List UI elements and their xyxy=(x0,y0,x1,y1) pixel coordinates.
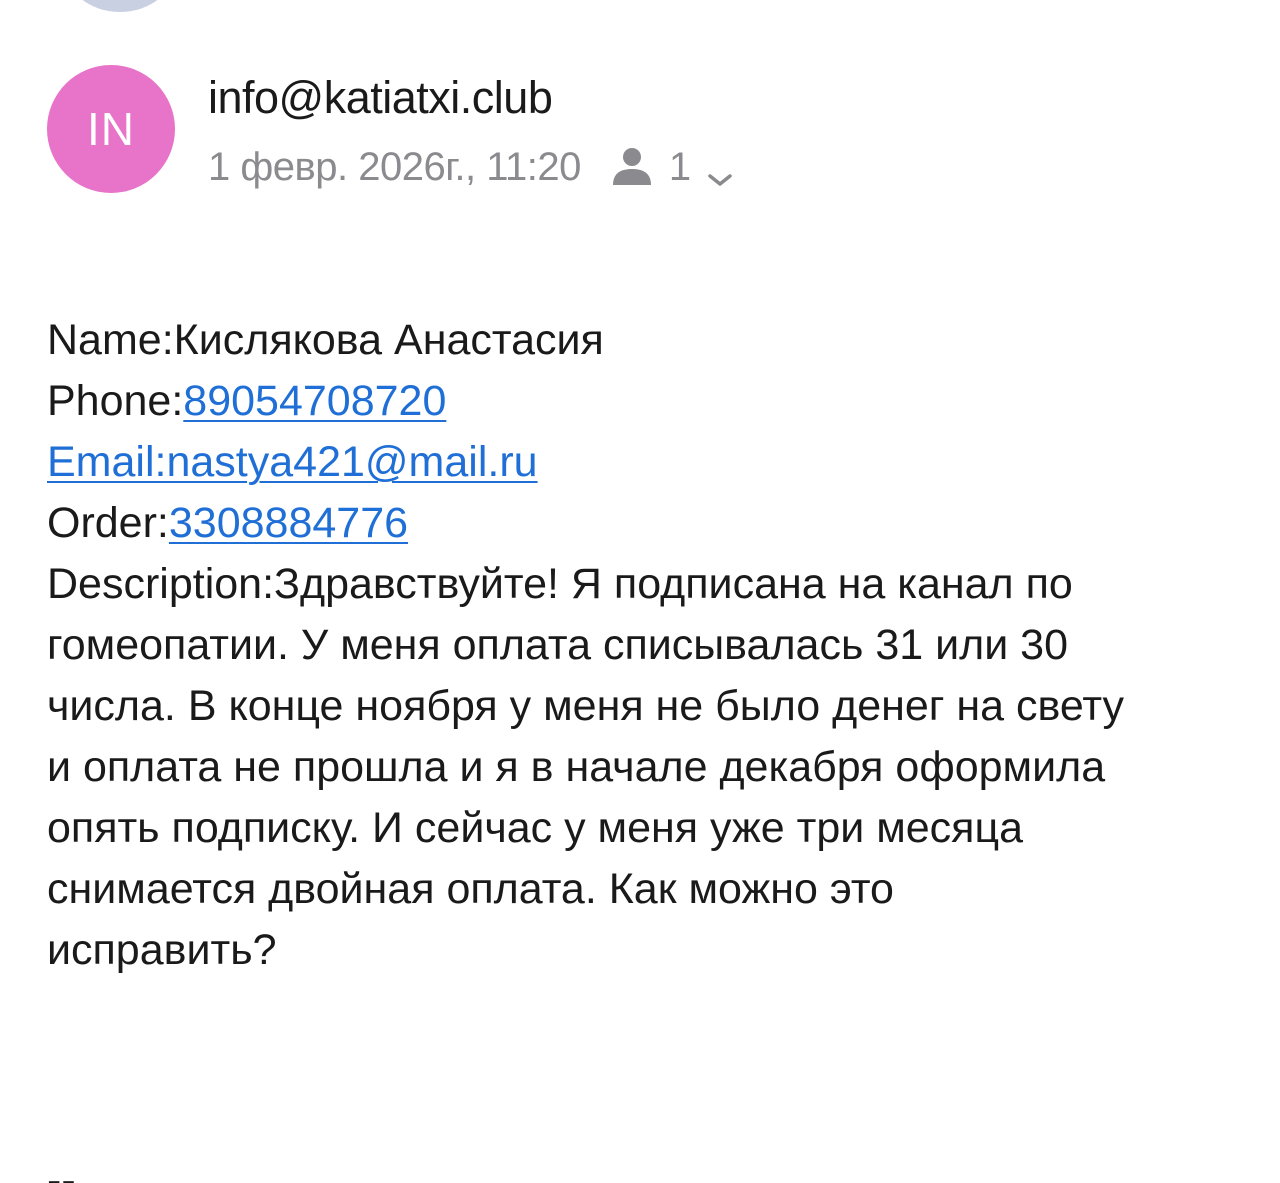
sender-email[interactable]: info@katiatxi.club xyxy=(208,72,553,124)
message-body: Name:Кислякова Анастасия Phone:890547087… xyxy=(47,310,1247,981)
name-value: Кислякова Анастасия xyxy=(173,316,604,364)
description-line: Description:Здравствуйте! Я подписана на… xyxy=(47,560,1073,608)
avatar[interactable]: IN xyxy=(47,65,175,193)
recipients-count: 1 xyxy=(668,144,692,189)
signature-separator: -- xyxy=(47,1156,76,1183)
email-line: Email:nastya421@mail.ru xyxy=(47,432,1247,493)
chevron-down-icon[interactable] xyxy=(705,156,735,186)
order-link[interactable]: 3308884776 xyxy=(169,499,408,547)
message-date: 1 февр. 2026г., 11:20 xyxy=(208,144,581,189)
message-meta[interactable]: 1 февр. 2026г., 11:20 1 xyxy=(208,142,735,192)
phone-line: Phone:89054708720 xyxy=(47,371,1247,432)
name-label: Name: xyxy=(47,316,174,364)
phone-label: Phone: xyxy=(47,377,184,425)
email-view: IN info@katiatxi.club 1 февр. 2026г., 11… xyxy=(0,0,1280,1183)
order-label: Order: xyxy=(47,499,169,547)
phone-link[interactable]: 89054708720 xyxy=(183,377,446,425)
previous-message-avatar[interactable] xyxy=(65,0,175,12)
email-link[interactable]: Email:nastya421@mail.ru xyxy=(47,438,538,486)
description-line: гомеопатии. У меня оплата списывалась 31… xyxy=(47,621,1068,669)
description-line: исправить? xyxy=(47,926,277,974)
description-line: опять подписку. И сейчас у меня уже три … xyxy=(47,804,1024,852)
person-icon xyxy=(609,144,655,190)
description-line: числа. В конце ноября у меня не было ден… xyxy=(47,682,1125,730)
order-line: Order:3308884776 xyxy=(47,493,1247,554)
description-line: снимается двойная оплата. Как можно это xyxy=(47,865,894,913)
avatar-initials: IN xyxy=(87,103,135,155)
description-line: и оплата не прошла и я в начале декабря … xyxy=(47,743,1106,791)
name-line: Name:Кислякова Анастасия xyxy=(47,310,1247,371)
